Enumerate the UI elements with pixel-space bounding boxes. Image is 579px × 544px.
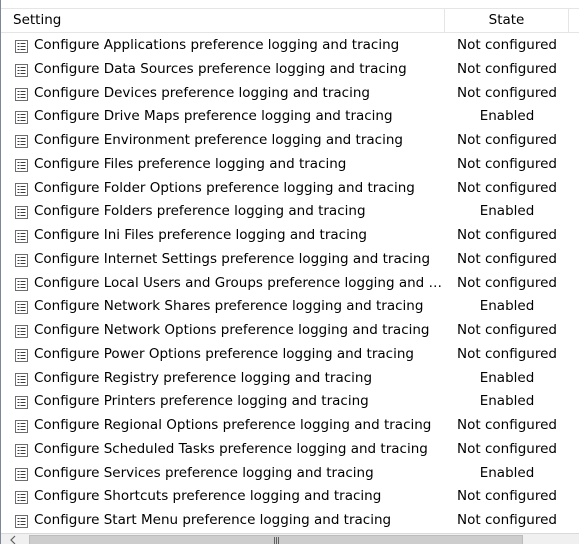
table-row[interactable]: Configure Services preference logging an… <box>1 462 579 486</box>
setting-state: Not configured <box>457 322 557 338</box>
table-row[interactable]: Configure Start Menu preference logging … <box>1 509 579 533</box>
setting-name: Configure Network Options preference log… <box>34 322 430 338</box>
setting-name: Configure Internet Settings preference l… <box>34 250 431 267</box>
policy-setting-icon <box>15 301 28 315</box>
setting-state: Not configured <box>457 274 557 291</box>
table-row[interactable]: Configure Files preference logging and t… <box>1 153 579 177</box>
setting-name: Configure Folder Options preference logg… <box>34 179 415 196</box>
table-row[interactable]: Configure Printers preference logging an… <box>1 390 579 414</box>
scrollbar-thumb[interactable] <box>29 535 523 544</box>
table-row[interactable]: Configure Power Options preference loggi… <box>1 343 579 367</box>
policy-setting-icon <box>15 182 28 196</box>
policy-setting-icon <box>15 230 28 243</box>
policy-setting-icon <box>15 515 28 528</box>
policy-setting-icon <box>15 206 28 220</box>
setting-state: Not configured <box>457 250 557 267</box>
policy-setting-icon <box>15 277 28 291</box>
setting-name: Configure Data Sources preference loggin… <box>34 60 407 77</box>
setting-name: Configure Shortcuts preference logging a… <box>34 488 382 505</box>
column-header-state[interactable]: State <box>445 9 569 32</box>
table-row[interactable]: Configure Registry preference logging an… <box>1 367 579 391</box>
table-row[interactable]: Configure Ini Files preference logging a… <box>1 224 579 248</box>
policy-setting-icon <box>15 158 28 172</box>
table-row[interactable]: Configure Folder Options preference logg… <box>1 177 579 201</box>
setting-state: Not configured <box>457 227 557 243</box>
setting-state: Enabled <box>479 393 535 410</box>
setting-name: Configure Folders preference logging and… <box>34 203 366 220</box>
setting-state: Enabled <box>479 108 535 125</box>
column-header-extra[interactable] <box>569 9 579 32</box>
table-row[interactable]: Configure Drive Maps preference logging … <box>1 105 579 129</box>
setting-state: Not configured <box>457 488 557 505</box>
policy-setting-icon <box>15 396 28 410</box>
table-row[interactable]: Configure Data Sources preference loggin… <box>1 58 579 82</box>
setting-name: Configure Ini Files preference logging a… <box>34 227 367 243</box>
setting-state: Not configured <box>457 179 557 196</box>
setting-name: Configure Environment preference logging… <box>34 132 403 148</box>
scroll-grip-icon <box>274 537 279 544</box>
setting-state: Not configured <box>457 84 557 101</box>
table-row[interactable]: Configure Local Users and Groups prefere… <box>1 272 579 296</box>
policy-setting-icon <box>15 348 28 362</box>
setting-name: Configure Regional Options preference lo… <box>34 417 432 433</box>
policy-setting-icon <box>15 40 28 53</box>
policy-setting-icon <box>15 63 28 77</box>
policy-setting-icon <box>15 87 28 101</box>
table-row[interactable]: Configure Network Shares preference logg… <box>1 295 579 319</box>
policy-setting-icon <box>15 443 28 457</box>
setting-name: Configure Files preference logging and t… <box>34 155 347 172</box>
chevron-left-icon[interactable] <box>7 535 21 544</box>
setting-name: Configure Services preference logging an… <box>34 464 374 481</box>
policy-setting-icon <box>15 491 28 505</box>
setting-name: Configure Start Menu preference logging … <box>34 512 392 528</box>
setting-name: Configure Local Users and Groups prefere… <box>34 274 444 291</box>
setting-state: Not configured <box>457 60 557 77</box>
table-row[interactable]: Configure Devices preference logging and… <box>1 82 579 106</box>
setting-state: Enabled <box>479 298 535 315</box>
policy-settings-list: Setting State Configure Applications pre… <box>0 0 579 544</box>
policy-setting-icon <box>15 253 28 267</box>
setting-state: Not configured <box>457 512 557 528</box>
setting-state: Not configured <box>457 345 557 362</box>
setting-name: Configure Drive Maps preference logging … <box>34 108 393 125</box>
setting-state: Not configured <box>457 132 557 148</box>
table-row[interactable]: Configure Environment preference logging… <box>1 129 579 153</box>
setting-state: Enabled <box>479 369 535 386</box>
setting-state: Enabled <box>479 203 535 220</box>
list-header: Setting State <box>1 8 579 33</box>
table-row[interactable]: Configure Folders preference logging and… <box>1 200 579 224</box>
table-row[interactable]: Configure Network Options preference log… <box>1 319 579 343</box>
setting-state: Not configured <box>457 37 557 53</box>
setting-name: Configure Applications preference loggin… <box>34 37 400 53</box>
policy-setting-icon <box>15 420 28 433</box>
list-rows: Configure Applications preference loggin… <box>1 34 579 533</box>
table-row[interactable]: Configure Scheduled Tasks preference log… <box>1 438 579 462</box>
column-header-setting[interactable]: Setting <box>1 9 445 32</box>
setting-name: Configure Registry preference logging an… <box>34 369 373 386</box>
table-row[interactable]: Configure Internet Settings preference l… <box>1 248 579 272</box>
setting-state: Not configured <box>457 417 557 433</box>
setting-name: Configure Devices preference logging and… <box>34 84 370 101</box>
setting-state: Not configured <box>457 155 557 172</box>
table-row[interactable]: Configure Applications preference loggin… <box>1 34 579 58</box>
setting-name: Configure Scheduled Tasks preference log… <box>34 440 428 457</box>
setting-state: Not configured <box>457 440 557 457</box>
policy-setting-icon <box>15 372 28 386</box>
table-row[interactable]: Configure Regional Options preference lo… <box>1 414 579 438</box>
setting-name: Configure Power Options preference loggi… <box>34 345 414 362</box>
setting-name: Configure Printers preference logging an… <box>34 393 369 410</box>
setting-name: Configure Network Shares preference logg… <box>34 298 424 315</box>
policy-setting-icon <box>15 111 28 125</box>
policy-setting-icon <box>15 325 28 338</box>
horizontal-scrollbar[interactable] <box>1 533 579 544</box>
table-row[interactable]: Configure Shortcuts preference logging a… <box>1 485 579 509</box>
policy-setting-icon <box>15 467 28 481</box>
policy-setting-icon <box>15 135 28 148</box>
setting-state: Enabled <box>479 464 535 481</box>
